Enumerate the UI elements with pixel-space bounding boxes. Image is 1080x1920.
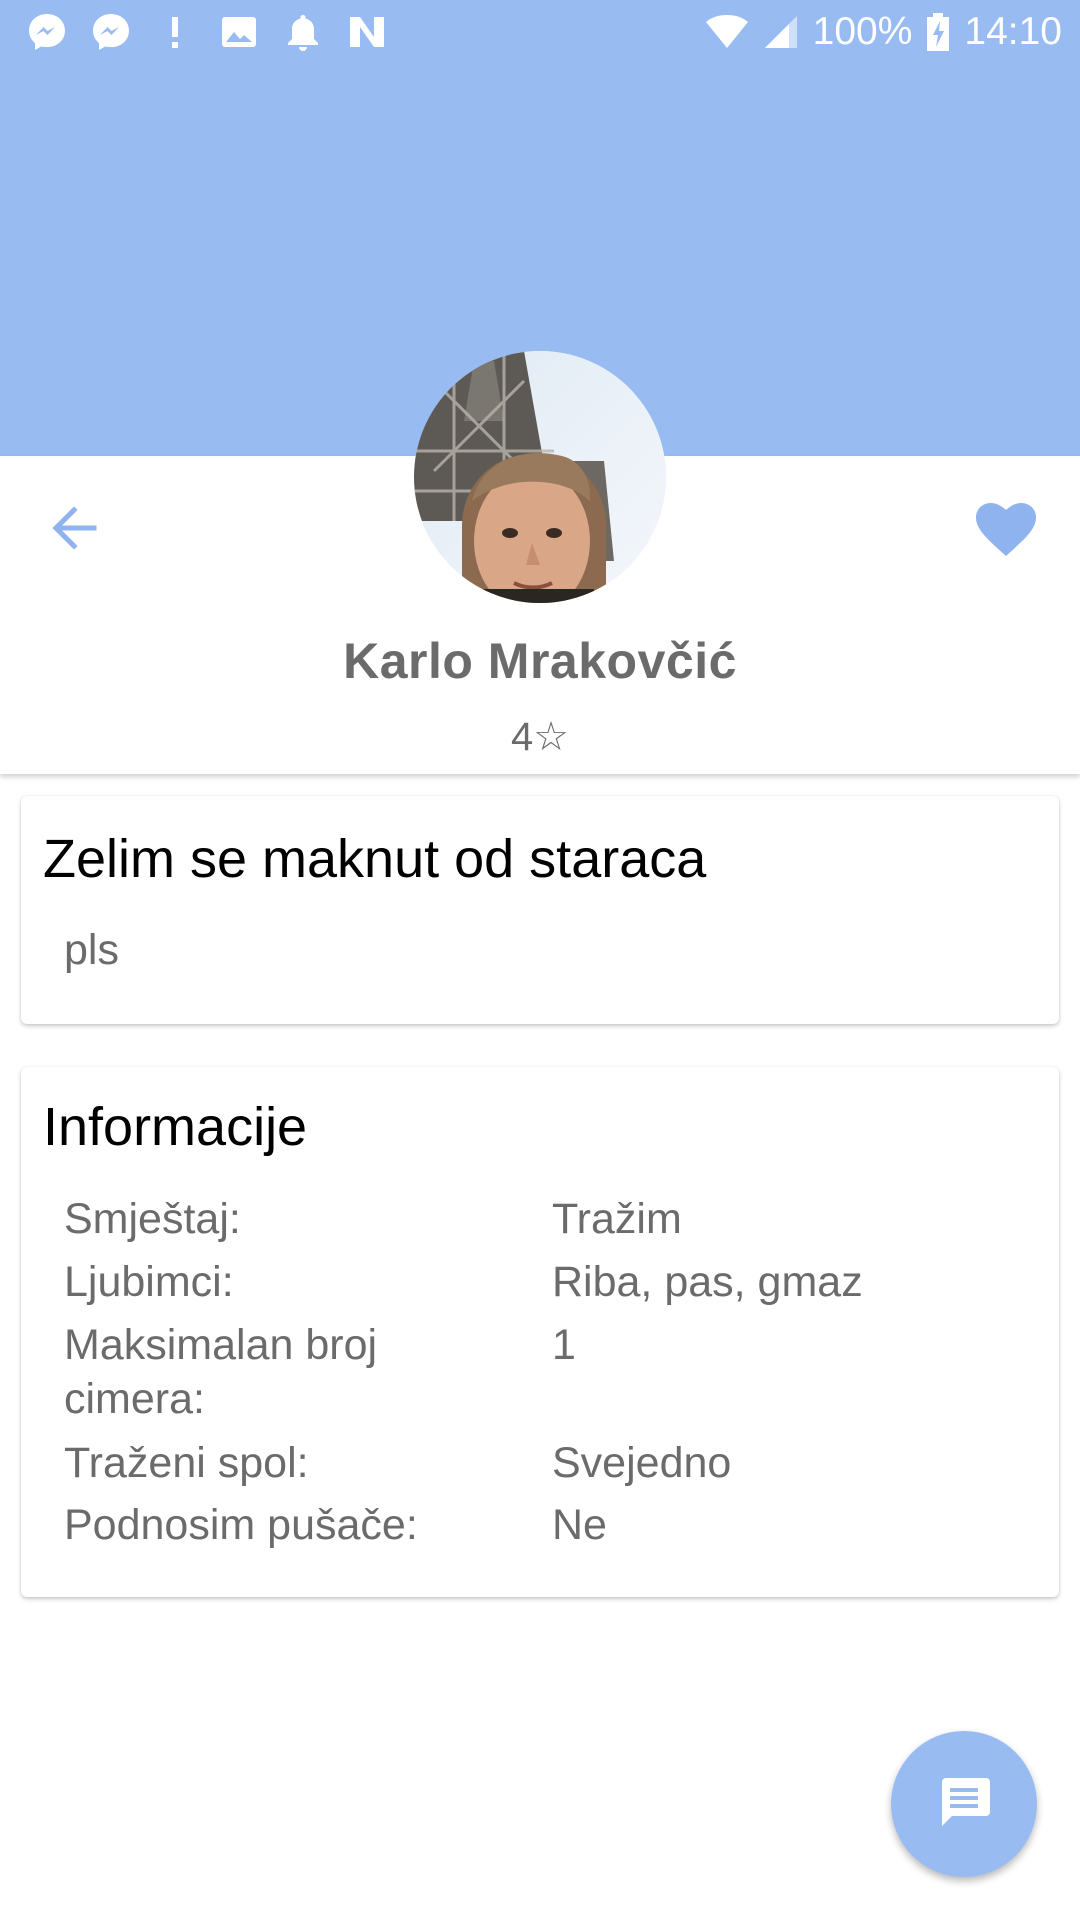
battery-charging-icon [926, 12, 950, 52]
info-label: Maksimalan broj cimera: [64, 1321, 378, 1423]
nfc-icon [346, 11, 388, 53]
info-value: Riba, pas, gmaz [552, 1258, 863, 1306]
messenger-icon [26, 11, 68, 53]
image-icon [218, 11, 260, 53]
heart-icon [976, 502, 1036, 562]
message-fab[interactable] [891, 1731, 1037, 1877]
info-label: Podnosim pušače: [64, 1501, 418, 1549]
info-label: Ljubimci: [64, 1258, 234, 1306]
status-system: 100% 14:10 [705, 8, 1062, 56]
info-value: Ne [552, 1501, 607, 1549]
back-button[interactable] [46, 505, 102, 555]
clock: 14:10 [964, 10, 1062, 53]
profile-name: Karlo Mrakovčić [343, 633, 737, 689]
messenger-icon [90, 11, 132, 53]
wifi-icon [705, 14, 749, 50]
battery-percentage: 100% [812, 10, 913, 53]
profile-avatar [414, 351, 666, 603]
info-value: Svejedno [552, 1439, 732, 1487]
notification-bell-icon [282, 11, 324, 53]
post-title: Zelim se maknut od staraca [43, 829, 707, 889]
info-value: Tražim [552, 1195, 682, 1243]
profile-rating: 4☆ [510, 715, 570, 759]
signal-icon [763, 14, 799, 50]
status-bar: 100% 14:10 [0, 0, 1080, 64]
post-body: pls [64, 926, 119, 974]
favorite-button[interactable] [972, 500, 1040, 564]
info-label: Traženi spol: [64, 1439, 309, 1487]
status-notifications [26, 10, 388, 54]
alert-icon [154, 11, 196, 53]
message-icon [936, 1774, 992, 1835]
arrow-back-icon [50, 505, 98, 555]
info-value: 1 [552, 1321, 576, 1369]
info-label: Smještaj: [64, 1195, 241, 1243]
info-title: Informacije [43, 1097, 308, 1157]
